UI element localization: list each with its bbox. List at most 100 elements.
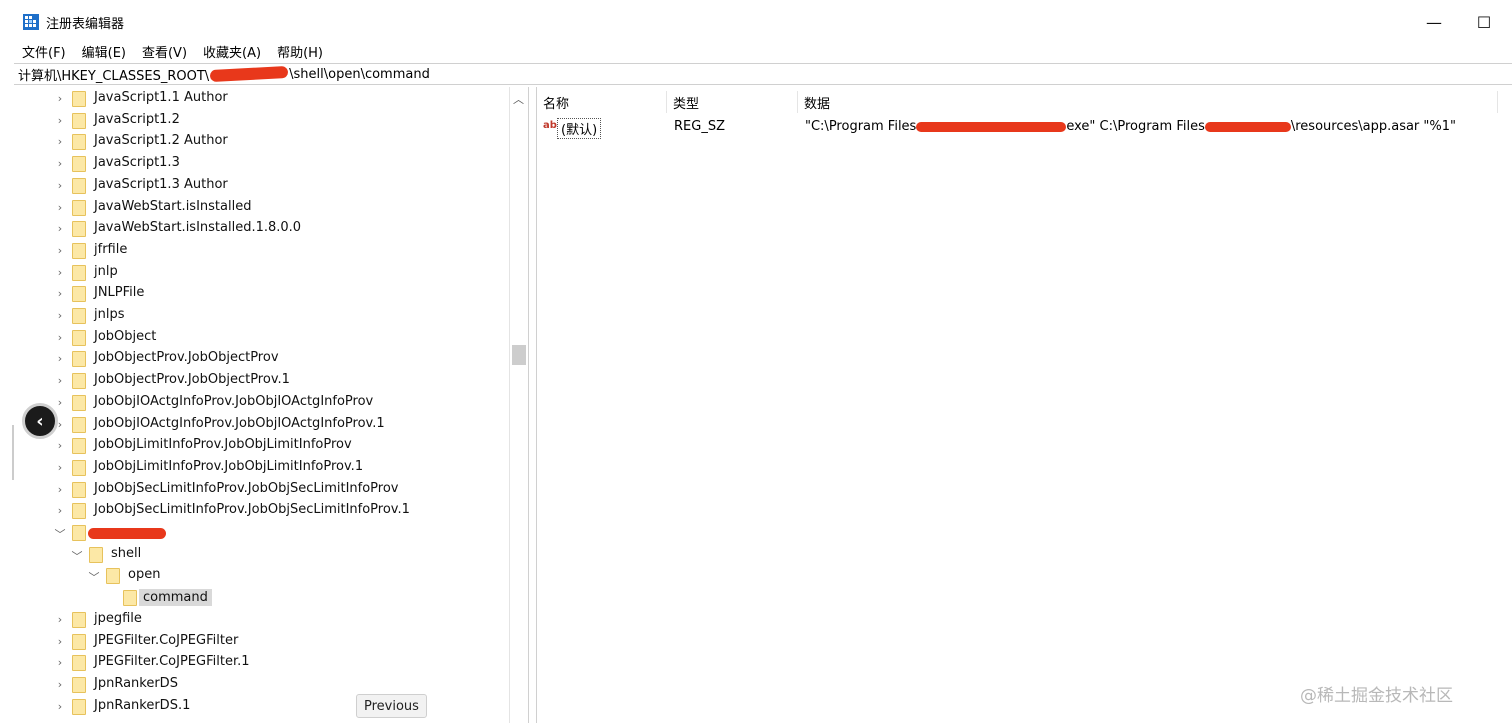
chevron-right-icon[interactable]: › xyxy=(54,179,66,192)
tree-item[interactable]: › JNLPFile xyxy=(14,283,509,305)
tree-item[interactable]: › JobObjectProv.JobObjectProv xyxy=(14,348,509,370)
column-header-data[interactable]: 数据 xyxy=(798,91,1498,113)
value-row[interactable]: ab (默认) REG_SZ "C:\Program Files exe" C:\… xyxy=(537,117,1512,139)
tree-item[interactable]: › JPEGFilter.CoJPEGFilter xyxy=(14,631,509,653)
tree-item[interactable]: › JobObjectProv.JobObjectProv.1 xyxy=(14,370,509,392)
values-list[interactable]: 名称 类型 数据 ab (默认) REG_SZ "C:\Program File… xyxy=(536,87,1512,723)
menu-bar: 文件(F) 编辑(E) 查看(V) 收藏夹(A) 帮助(H) xyxy=(0,40,1512,62)
chevron-right-icon[interactable]: › xyxy=(54,613,66,626)
tree-item-label: JpnRankerDS xyxy=(94,675,178,691)
tree-item[interactable]: › JobObjLimitInfoProv.JobObjLimitInfoProv… xyxy=(14,457,509,479)
scroll-up-icon[interactable]: ︿ xyxy=(513,91,524,107)
folder-icon xyxy=(72,177,86,194)
tree-item[interactable]: › JavaScript1.1 Author xyxy=(14,88,509,110)
menu-edit[interactable]: 编辑(E) xyxy=(82,42,126,61)
chevron-right-icon[interactable]: › xyxy=(54,461,66,474)
tree-item[interactable]: › JobObjIOActgInfoProv.JobObjIOActgInfoPr… xyxy=(14,414,509,436)
tree-item[interactable]: › JpnRankerDS.1 xyxy=(14,696,509,718)
menu-favorites[interactable]: 收藏夹(A) xyxy=(203,42,261,61)
chevron-right-icon[interactable]: › xyxy=(54,700,66,713)
folder-icon xyxy=(72,503,86,520)
chevron-right-icon[interactable]: › xyxy=(54,114,66,127)
tree-item-label: JobObjLimitInfoProv.JobObjLimitInfoProv xyxy=(94,437,352,453)
chevron-right-icon[interactable]: › xyxy=(54,201,66,214)
tree-item[interactable]: › JavaScript1.3 xyxy=(14,153,509,175)
maximize-button[interactable]: ☐ xyxy=(1462,8,1506,36)
menu-file[interactable]: 文件(F) xyxy=(22,42,66,61)
tree-item[interactable]: › jnlp xyxy=(14,262,509,284)
chevron-right-icon[interactable]: › xyxy=(54,656,66,669)
tree-item-label: JavaWebStart.isInstalled.1.8.0.0 xyxy=(94,220,302,236)
value-name[interactable]: (默认) xyxy=(557,118,602,139)
minimize-button[interactable]: — xyxy=(1412,8,1456,36)
tree-item-label: JobObject xyxy=(94,328,157,344)
chevron-right-icon[interactable]: › xyxy=(54,92,66,105)
folder-icon xyxy=(72,459,86,476)
chevron-right-icon[interactable]: › xyxy=(54,396,66,409)
folder-icon xyxy=(72,242,86,259)
chevron-right-icon[interactable]: › xyxy=(54,222,66,235)
chevron-right-icon[interactable]: › xyxy=(54,266,66,279)
chevron-right-icon[interactable]: › xyxy=(54,157,66,170)
folder-icon xyxy=(72,394,86,411)
key-tree[interactable]: › JavaScript1.1 Author › JavaScript1.2 › Java… xyxy=(14,87,529,723)
chevron-right-icon[interactable]: › xyxy=(54,244,66,257)
chevron-down-icon[interactable]: ﹀ xyxy=(71,548,83,564)
tree-item[interactable]: › JobObjSecLimitInfoProv.JobObjSecLimitIn… xyxy=(14,479,509,501)
chevron-right-icon[interactable]: › xyxy=(54,309,66,322)
value-type: REG_SZ xyxy=(674,119,725,134)
header-name-label: 名称 xyxy=(543,96,570,112)
chevron-right-icon[interactable]: › xyxy=(54,678,66,691)
tree-item[interactable]: › JpnRankerDS xyxy=(14,674,509,696)
tree-item[interactable]: › JavaWebStart.isInstalled xyxy=(14,197,509,219)
chevron-right-icon[interactable]: › xyxy=(54,483,66,496)
header-type-label: 类型 xyxy=(673,96,700,112)
tree-item[interactable]: › jfrfile xyxy=(14,240,509,262)
tree-item[interactable]: › JobObjLimitInfoProv.JobObjLimitInfoProv xyxy=(14,435,509,457)
chevron-right-icon[interactable]: › xyxy=(54,374,66,387)
chevron-down-icon[interactable]: ﹀ xyxy=(88,569,100,585)
tree-item[interactable]: › JavaScript1.2 Author xyxy=(14,131,509,153)
tree-item[interactable]: › JobObjSecLimitInfoProv.JobObjSecLimitIn… xyxy=(14,500,509,522)
tree-item-open[interactable]: ﹀ open xyxy=(14,565,509,587)
previous-button[interactable]: Previous xyxy=(356,694,427,718)
chevron-left-icon[interactable]: ‹ xyxy=(22,403,58,439)
tree-item[interactable]: › JobObjIOActgInfoProv.JobObjIOActgInfoPr… xyxy=(14,392,509,414)
folder-icon xyxy=(72,329,86,346)
tree-item-label: JobObjIOActgInfoProv.JobObjIOActgInfoPro… xyxy=(94,393,374,409)
address-bar[interactable]: 计算机\HKEY_CLASSES_ROOT\ \shell\open\comman… xyxy=(14,63,1512,85)
folder-icon xyxy=(89,546,103,563)
tree-scrollbar[interactable]: ︿ xyxy=(509,87,527,723)
tree-item[interactable]: › JavaScript1.3 Author xyxy=(14,175,509,197)
chevron-right-icon[interactable]: › xyxy=(54,135,66,148)
tree-item-label: JobObjIOActgInfoProv.JobObjIOActgInfoPro… xyxy=(94,415,385,431)
chevron-right-icon[interactable]: › xyxy=(54,439,66,452)
menu-view[interactable]: 查看(V) xyxy=(142,42,187,61)
tree-item[interactable]: › JavaScript1.2 xyxy=(14,110,509,132)
chevron-right-icon[interactable]: › xyxy=(54,287,66,300)
chevron-right-icon[interactable]: › xyxy=(54,352,66,365)
tree-item-label: command xyxy=(139,589,212,607)
folder-icon xyxy=(72,633,86,650)
tree-item[interactable]: › JPEGFilter.CoJPEGFilter.1 xyxy=(14,652,509,674)
column-header-name[interactable]: 名称 xyxy=(537,91,667,113)
tree-item-label: open xyxy=(128,567,161,583)
chevron-right-icon[interactable]: › xyxy=(54,504,66,517)
tree-item-redacted[interactable]: ﹀ xyxy=(14,522,509,544)
tree-item[interactable]: › jnlps xyxy=(14,305,509,327)
tree-item-label: JobObjSecLimitInfoProv.JobObjSecLimitInf… xyxy=(94,480,399,496)
folder-icon xyxy=(72,264,86,281)
tree-item[interactable]: › JobObject xyxy=(14,327,509,349)
tree-item[interactable]: › JavaWebStart.isInstalled.1.8.0.0 xyxy=(14,218,509,240)
chevron-right-icon[interactable]: › xyxy=(54,331,66,344)
chevron-right-icon[interactable]: › xyxy=(54,635,66,648)
address-prefix: 计算机\HKEY_CLASSES_ROOT\ xyxy=(18,68,210,84)
column-header-type[interactable]: 类型 xyxy=(667,91,798,113)
scroll-thumb[interactable] xyxy=(512,345,526,365)
tree-item[interactable]: › jpegfile xyxy=(14,609,509,631)
chevron-down-icon[interactable]: ﹀ xyxy=(54,526,66,542)
tree-item-command[interactable]: command xyxy=(14,587,509,609)
redaction-mark xyxy=(209,65,289,83)
menu-help[interactable]: 帮助(H) xyxy=(277,42,323,61)
tree-item-shell[interactable]: ﹀ shell xyxy=(14,544,509,566)
